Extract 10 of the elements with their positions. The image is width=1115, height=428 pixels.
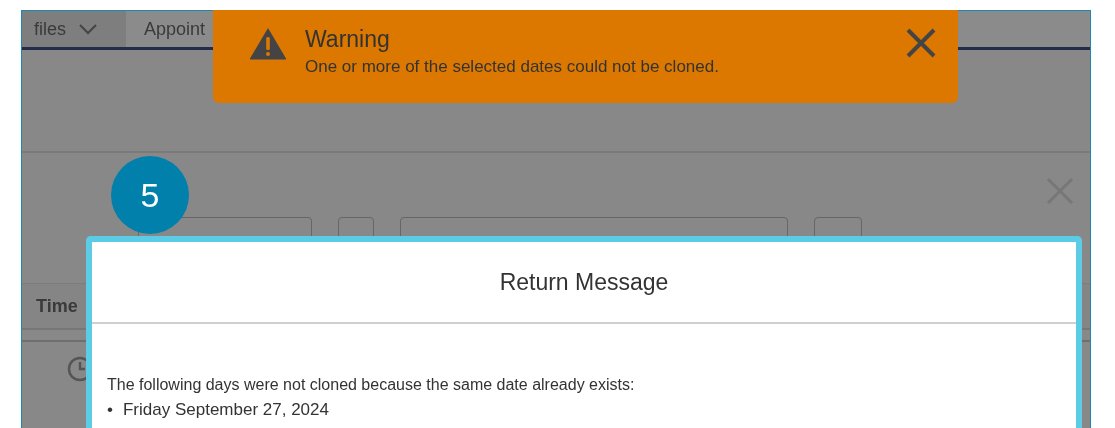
toast-title: Warning xyxy=(305,26,391,53)
dialog-title: Return Message xyxy=(499,268,669,296)
bullet: • xyxy=(107,400,113,420)
dialog-message: The following days were not cloned because the same date already exists: xyxy=(107,376,635,393)
nav-tab[interactable]: files xyxy=(22,11,126,47)
toast-message: One or more of the selected dates could not be cloned. xyxy=(305,57,720,77)
close-icon[interactable] xyxy=(906,28,936,58)
column-header: Time xyxy=(36,295,78,317)
warning-icon xyxy=(249,27,287,60)
date-item: Friday September 27, 2024 xyxy=(122,400,329,420)
